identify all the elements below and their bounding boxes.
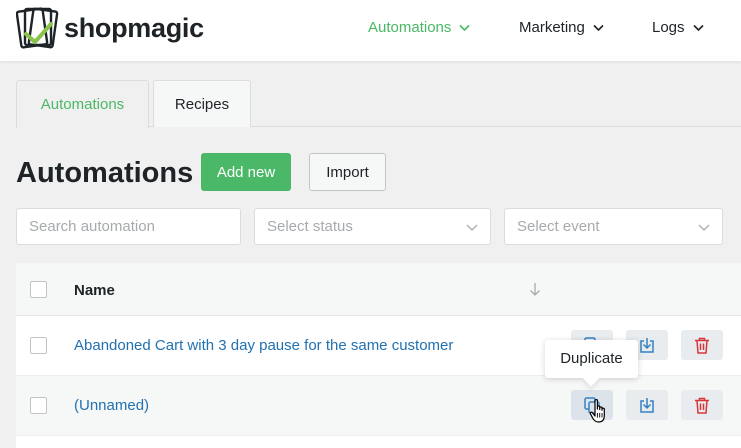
event-select[interactable]: Select event <box>504 208 723 245</box>
event-select-placeholder: Select event <box>517 218 600 235</box>
trash-icon <box>695 397 709 414</box>
row-checkbox[interactable] <box>30 397 47 414</box>
automation-name-link[interactable]: Abandoned Cart with 3 day pause for the … <box>74 336 453 356</box>
nav-automations[interactable]: Automations <box>368 18 470 38</box>
delete-button[interactable] <box>681 330 723 360</box>
nav-marketing-label: Marketing <box>519 19 585 36</box>
duplicate-tooltip: Duplicate <box>545 340 638 378</box>
nav-marketing[interactable]: Marketing <box>519 18 604 38</box>
brand-name: shopmagic <box>64 13 204 43</box>
download-icon <box>640 337 654 353</box>
hand-pointer-icon <box>589 399 605 423</box>
export-button[interactable] <box>626 390 668 420</box>
status-select[interactable]: Select status <box>254 208 491 245</box>
chevron-down-icon <box>466 224 478 231</box>
tab-automations[interactable]: Automations <box>16 80 149 128</box>
page-title: Automations <box>16 157 194 189</box>
chevron-down-icon <box>459 24 470 32</box>
trash-icon <box>695 337 709 354</box>
table-row: (Unnamed) <box>16 376 741 436</box>
nav-logs[interactable]: Logs <box>652 18 704 38</box>
shopmagic-logo-icon[interactable] <box>16 6 60 52</box>
nav-automations-label: Automations <box>368 19 452 36</box>
chevron-down-icon <box>593 24 604 32</box>
delete-button[interactable] <box>681 390 723 420</box>
chevron-down-icon <box>692 24 704 32</box>
automation-name-link[interactable]: (Unnamed) <box>74 396 149 416</box>
chevron-down-icon <box>698 224 710 231</box>
sort-arrow-down-icon[interactable] <box>529 282 541 297</box>
tab-recipes[interactable]: Recipes <box>153 80 251 127</box>
import-button[interactable]: Import <box>309 153 386 191</box>
search-input[interactable] <box>16 208 241 245</box>
select-all-checkbox[interactable] <box>30 281 47 298</box>
add-new-button[interactable]: Add new <box>201 153 291 191</box>
download-icon <box>640 397 654 413</box>
row-checkbox[interactable] <box>30 337 47 354</box>
top-bar: shopmagic Automations Marketing Logs <box>0 0 741 61</box>
table-header: Name <box>16 263 741 316</box>
nav-logs-label: Logs <box>652 19 685 36</box>
status-select-placeholder: Select status <box>267 218 353 235</box>
column-header-name[interactable]: Name <box>74 281 115 301</box>
